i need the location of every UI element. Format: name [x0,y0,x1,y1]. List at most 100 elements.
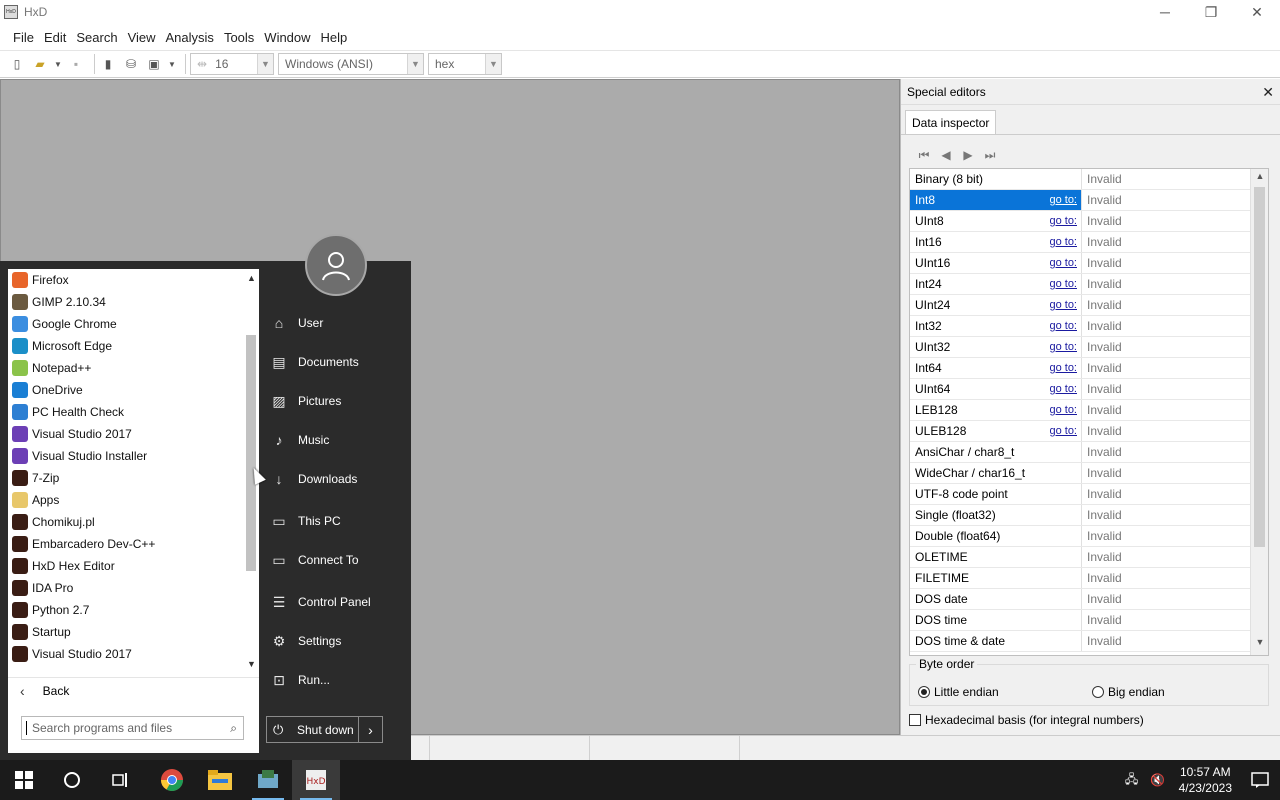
new-file-icon[interactable]: ▯ [8,55,26,73]
inspector-type-name[interactable]: Int24 go to: [910,274,1082,294]
menu-search[interactable]: Search [71,30,122,45]
inspector-value[interactable]: Invalid [1082,421,1268,441]
inspector-row[interactable]: UTF-8 code point Invalid [910,484,1268,505]
inspector-type-name[interactable]: Single (float32) [910,505,1082,525]
place-item[interactable]: ⊡ Run... [270,668,330,692]
scroll-up-icon[interactable]: ▲ [1251,171,1268,187]
menu-tools[interactable]: Tools [219,30,259,45]
goto-link[interactable]: go to: [1049,320,1077,332]
offset-base-select[interactable]: hex ▼ [428,53,502,75]
inspector-value[interactable]: Invalid [1082,232,1268,252]
place-item[interactable]: ♪ Music [270,428,330,452]
place-item[interactable]: ▭ Connect To [270,548,358,572]
inspector-row[interactable]: Int64 go to: Invalid [910,358,1268,379]
program-item[interactable]: 7-Zip [8,467,244,489]
inspector-row[interactable]: Int32 go to: Invalid [910,316,1268,337]
inspector-row[interactable]: LEB128 go to: Invalid [910,400,1268,421]
search-icon[interactable]: ⌕ [230,721,237,736]
close-icon[interactable]: ✕ [1262,84,1274,101]
inspector-row[interactable]: DOS time Invalid [910,610,1268,631]
program-item[interactable]: Startup [8,621,244,643]
goto-link[interactable]: go to: [1049,341,1077,353]
inspector-type-name[interactable]: Int64 go to: [910,358,1082,378]
inspector-value[interactable]: Invalid [1082,295,1268,315]
inspector-value[interactable]: Invalid [1082,589,1268,609]
inspector-type-name[interactable]: DOS date [910,589,1082,609]
open-file-icon[interactable]: ▰ [31,55,49,73]
first-icon[interactable]: ⏮ [913,145,935,165]
windows-start-icon[interactable] [0,760,48,800]
chevron-down-icon[interactable]: ▼ [407,54,423,74]
chrome-icon[interactable] [148,760,196,800]
inspector-row[interactable]: UInt16 go to: Invalid [910,253,1268,274]
last-icon[interactable]: ⏭ [979,145,1001,165]
inspector-type-name[interactable]: DOS time & date [910,631,1082,651]
user-avatar[interactable] [305,234,367,296]
place-item[interactable]: ⚙ Settings [270,629,342,653]
program-item[interactable]: PC Health Check [8,401,244,423]
task-view-icon[interactable] [96,760,144,800]
bytes-per-row-select[interactable]: ⇹ 16 ▼ [190,53,274,75]
place-item[interactable]: ☰ Control Panel [270,590,371,614]
inspector-row[interactable]: FILETIME Invalid [910,568,1268,589]
inspector-row[interactable]: OLETIME Invalid [910,547,1268,568]
close-button[interactable]: ✕ [1234,0,1280,24]
chevron-down-icon[interactable]: ▼ [257,54,273,74]
open-ram-icon[interactable]: ▣ [145,55,163,73]
program-item[interactable]: GIMP 2.10.34 [8,291,244,313]
inspector-type-name[interactable]: AnsiChar / char8_t [910,442,1082,462]
program-item[interactable]: Embarcadero Dev-C++ [8,533,244,555]
charset-select[interactable]: Windows (ANSI) ▼ [278,53,424,75]
inspector-type-name[interactable]: Int32 go to: [910,316,1082,336]
inspector-value[interactable]: Invalid [1082,400,1268,420]
goto-link[interactable]: go to: [1049,194,1077,206]
goto-link[interactable]: go to: [1049,278,1077,290]
radio-unselected-icon[interactable] [1092,686,1104,698]
restore-button[interactable]: ❐ [1188,0,1234,24]
back-button[interactable]: ‹ Back [8,677,259,703]
scroll-up-icon[interactable]: ▲ [244,273,259,283]
notifications-icon[interactable] [1240,760,1280,800]
program-item[interactable]: HxD Hex Editor [8,555,244,577]
close-file-icon[interactable]: ▮ [99,55,117,73]
program-item[interactable]: Python 2.7 [8,599,244,621]
goto-link[interactable]: go to: [1049,215,1077,227]
place-item[interactable]: ▤ Documents [270,350,358,374]
inspector-type-name[interactable]: OLETIME [910,547,1082,567]
inspector-row[interactable]: Int24 go to: Invalid [910,274,1268,295]
goto-link[interactable]: go to: [1049,236,1077,248]
inspector-row[interactable]: DOS time & date Invalid [910,631,1268,652]
inspector-value[interactable]: Invalid [1082,337,1268,357]
inspector-value[interactable]: Invalid [1082,253,1268,273]
inspector-value[interactable]: Invalid [1082,568,1268,588]
inspector-type-name[interactable]: WideChar / char16_t [910,463,1082,483]
inspector-value[interactable]: Invalid [1082,547,1268,567]
inspector-type-name[interactable]: Int8 go to: [910,190,1082,210]
inspector-value[interactable]: Invalid [1082,463,1268,483]
inspector-type-name[interactable]: LEB128 go to: [910,400,1082,420]
program-item[interactable]: Google Chrome [8,313,244,335]
inspector-type-name[interactable]: UInt16 go to: [910,253,1082,273]
inspector-value[interactable]: Invalid [1082,631,1268,651]
goto-link[interactable]: go to: [1049,425,1077,437]
inspector-row[interactable]: Double (float64) Invalid [910,526,1268,547]
next-icon[interactable]: ▶ [957,145,979,165]
inspector-row[interactable]: WideChar / char16_t Invalid [910,463,1268,484]
program-item[interactable]: Visual Studio 2017 [8,423,244,445]
hex-basis-checkbox[interactable]: Hexadecimal basis (for integral numbers) [909,713,1144,727]
inspector-value[interactable]: Invalid [1082,169,1268,189]
program-item[interactable]: OneDrive [8,379,244,401]
inspector-value[interactable]: Invalid [1082,316,1268,336]
tab-data-inspector[interactable]: Data inspector [905,110,997,134]
inspector-row[interactable]: UInt64 go to: Invalid [910,379,1268,400]
inspector-value[interactable]: Invalid [1082,505,1268,525]
menu-view[interactable]: View [123,30,161,45]
scroll-down-icon[interactable]: ▼ [244,659,259,669]
inspector-type-name[interactable]: Int16 go to: [910,232,1082,252]
inspector-row[interactable]: UInt8 go to: Invalid [910,211,1268,232]
save-icon[interactable]: ▪ [67,55,85,73]
program-item[interactable]: Chomikuj.pl [8,511,244,533]
inspector-type-name[interactable]: UInt32 go to: [910,337,1082,357]
program-item[interactable]: Visual Studio Installer [8,445,244,467]
place-item[interactable]: ▨ Pictures [270,389,341,413]
